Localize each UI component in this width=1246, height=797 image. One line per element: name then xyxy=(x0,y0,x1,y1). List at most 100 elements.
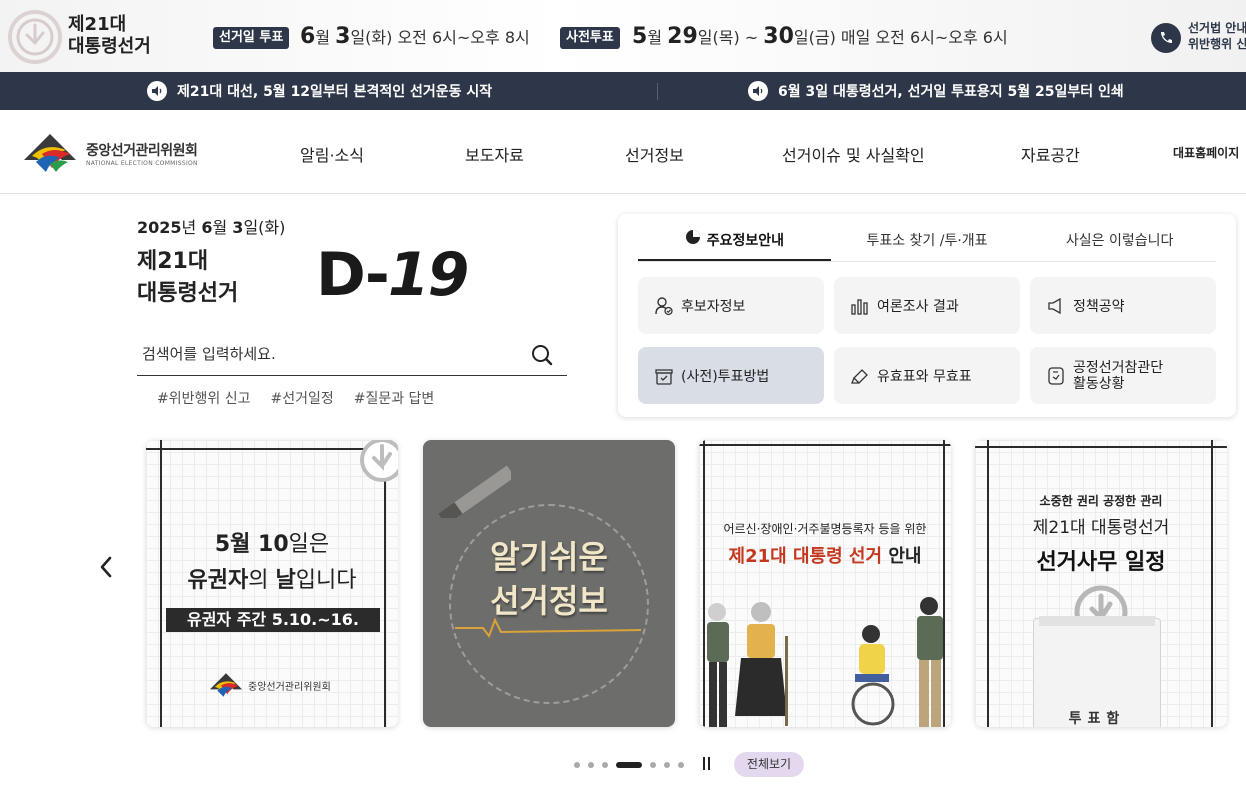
tab-fact-check[interactable]: 사실은 이렇습니다 xyxy=(1023,226,1216,261)
search-box xyxy=(137,336,567,376)
election-title-line2: 대통령선거 xyxy=(68,36,151,57)
nav-item-fact-check[interactable]: 선거이슈 및 사실확인 xyxy=(782,142,925,166)
speaker-icon xyxy=(147,81,167,101)
phone-icon[interactable] xyxy=(1151,23,1181,53)
election-name-line1: 제21대 xyxy=(137,249,209,274)
search-tag[interactable]: #질문과 답변 xyxy=(354,388,435,408)
date-day: 3 xyxy=(232,218,244,237)
carousel-card-easy-election-info[interactable]: 알기쉬운 선거정보 xyxy=(423,440,675,727)
tab-polling-place[interactable]: 투표소 찾기 /투·개표 xyxy=(831,226,1024,261)
main-header: 중앙선거관리위원회 NATIONAL ELECTION COMMISSION 알… xyxy=(0,110,1246,194)
nec-logo-link[interactable]: 중앙선거관리위원회 NATIONAL ELECTION COMMISSION xyxy=(22,132,198,174)
ballot-box-label: 투표함 xyxy=(1068,711,1126,727)
text-part: 입니다 xyxy=(295,568,357,593)
info-button-label: (사전)투표방법 xyxy=(681,368,770,385)
search-input[interactable] xyxy=(137,336,517,372)
candidate-icon xyxy=(653,295,675,317)
early-month-unit: 월 xyxy=(647,28,663,47)
notice-text: 제21대 대선, 5월 12일부터 본격적인 선거운동 시작 xyxy=(177,84,493,100)
ballot-stamp-logo xyxy=(8,10,62,64)
card-subtitle: 어르신·장애인·거주불명등록자 등을 위한 xyxy=(723,522,927,536)
nec-emblem-icon xyxy=(209,673,243,697)
card-title-line1: 알기쉬운 xyxy=(490,538,608,576)
search-tag[interactable]: #위반행위 신고 xyxy=(157,388,250,408)
nav-item-main-homepage[interactable]: 대표홈페이지 xyxy=(1173,144,1239,161)
notice-item[interactable]: 6월 3일 대통령선거, 선거일 투표용지 5월 25일부터 인쇄 xyxy=(748,72,1124,110)
nav-item-election-info[interactable]: 선거정보 xyxy=(625,142,684,166)
card-slogan: 소중한 권리 공정한 관리 xyxy=(1039,494,1163,508)
call-line2: 위반행위 신 xyxy=(1188,37,1246,51)
bar-chart-icon xyxy=(849,295,871,317)
info-button-label: 유효표와 무효표 xyxy=(877,368,972,385)
info-button-label: 정책공약 xyxy=(1073,298,1125,315)
carousel-dot[interactable] xyxy=(574,762,580,768)
poll-results-button[interactable]: 여론조사 결과 xyxy=(834,277,1020,334)
carousel-dot[interactable] xyxy=(588,762,594,768)
fair-election-observer-button[interactable]: 공정선거참관단 활동상황 xyxy=(1030,347,1216,404)
election-info-bar: 제21대 대통령선거 선거일 투표 6월 3일(화) 오전 6시~오후 8시 사… xyxy=(0,0,1246,72)
election-day-badge: 선거일 투표 xyxy=(213,27,290,49)
carousel-dot[interactable] xyxy=(650,762,656,768)
election-day-schedule: 6월 3일(화) 오전 6시~오후 8시 xyxy=(300,22,530,53)
text-part: 일은 xyxy=(288,532,330,557)
carousel-dot[interactable] xyxy=(664,762,670,768)
call-line1: 선거법 안내 xyxy=(1188,21,1246,35)
nav-item-news[interactable]: 알림·소식 xyxy=(300,142,364,166)
view-all-button[interactable]: 전체보기 xyxy=(734,752,804,777)
card-subtitle: 제21대 대통령선거 xyxy=(1032,518,1170,538)
d-day-prefix: D- xyxy=(316,240,390,310)
date-day-unit: 일(화) xyxy=(243,218,286,237)
notice-divider xyxy=(657,83,658,100)
early-voting-schedule: 5월 29일(목) ~ 30일(금) 매일 오전 6시~오후 6시 xyxy=(632,22,1008,53)
carousel-prev-arrow-icon[interactable] xyxy=(96,555,116,579)
frame-line xyxy=(987,440,989,727)
card-logo: 중앙선거관리위원회 xyxy=(208,672,331,698)
tab-label: 주요정보안내 xyxy=(706,233,784,249)
pause-icon[interactable] xyxy=(703,757,717,771)
carousel-card-voters-day[interactable]: 5월 10일은 유권자의 날입니다 유권자 주간 5.10.~16. 중앙선거관… xyxy=(146,440,398,727)
ballot-stamp-icon xyxy=(360,440,398,482)
election-day-rest: 일(화) 오전 6시~오후 8시 xyxy=(350,28,530,47)
carousel-dot[interactable] xyxy=(678,762,684,768)
nec-emblem-icon xyxy=(24,134,76,172)
valid-invalid-ballot-button[interactable]: 유효표와 무효표 xyxy=(834,347,1020,404)
voting-method-button[interactable]: (사전)투표방법 xyxy=(638,347,824,404)
card-banner: 유권자 주간 5.10.~16. xyxy=(166,608,380,632)
nav-item-archive[interactable]: 자료공간 xyxy=(1021,142,1080,166)
d-day-counter: D-19 xyxy=(316,240,469,310)
carousel-card-accessibility-guide[interactable]: 어르신·장애인·거주불명등록자 등을 위한 제21대 대통령 선거 안내 xyxy=(699,440,951,727)
info-button-label: 후보자정보 xyxy=(681,298,746,315)
election-day: 3 xyxy=(335,24,351,49)
text-part: 의 xyxy=(248,568,276,593)
candidate-info-button[interactable]: 후보자정보 xyxy=(638,277,824,334)
early-day-end: 30 xyxy=(763,24,794,49)
election-month-unit: 월 xyxy=(315,28,331,47)
early-mid: 일(목) ~ xyxy=(697,28,759,47)
search-tag[interactable]: #선거일정 xyxy=(270,388,333,408)
search-icon[interactable] xyxy=(531,344,553,366)
text-part: 10 xyxy=(258,532,289,557)
ballot-box-icon xyxy=(653,365,675,387)
text-part: 날 xyxy=(275,568,296,593)
card-title-highlight: 제21대 대통령 선거 xyxy=(728,546,883,567)
election-title: 제21대 대통령선거 xyxy=(68,14,151,58)
carousel-dot[interactable] xyxy=(602,762,608,768)
ballot-box-lid xyxy=(1039,616,1155,626)
election-month: 6 xyxy=(300,24,316,49)
date-year-unit: 년 xyxy=(181,218,202,237)
speaker-icon xyxy=(748,81,768,101)
nav-item-press[interactable]: 보도자료 xyxy=(465,142,524,166)
call-guide-text[interactable]: 선거법 안내 위반행위 신 xyxy=(1188,20,1246,52)
pie-chart-icon xyxy=(685,226,701,256)
panel-tabs: 주요정보안내 투표소 찾기 /투·개표 사실은 이렇습니다 xyxy=(638,226,1216,262)
carousel-card-election-schedule[interactable]: 소중한 권리 공정한 관리 제21대 대통령선거 선거사무 일정 투표함 xyxy=(975,440,1227,727)
election-title-line1: 제21대 xyxy=(68,14,127,35)
policy-pledge-button[interactable]: 정책공약 xyxy=(1030,277,1216,334)
brand-name-ko: 중앙선거관리위원회 xyxy=(86,142,198,159)
election-name: 제21대 대통령선거 xyxy=(137,246,238,310)
brand-name-en: NATIONAL ELECTION COMMISSION xyxy=(86,159,198,167)
tab-key-info[interactable]: 주요정보안내 xyxy=(638,226,831,261)
notice-item[interactable]: 제21대 대선, 5월 12일부터 본격적인 선거운동 시작 xyxy=(147,72,492,110)
tab-label: 사실은 이렇습니다 xyxy=(1065,233,1174,249)
carousel-dot-active[interactable] xyxy=(616,762,642,768)
